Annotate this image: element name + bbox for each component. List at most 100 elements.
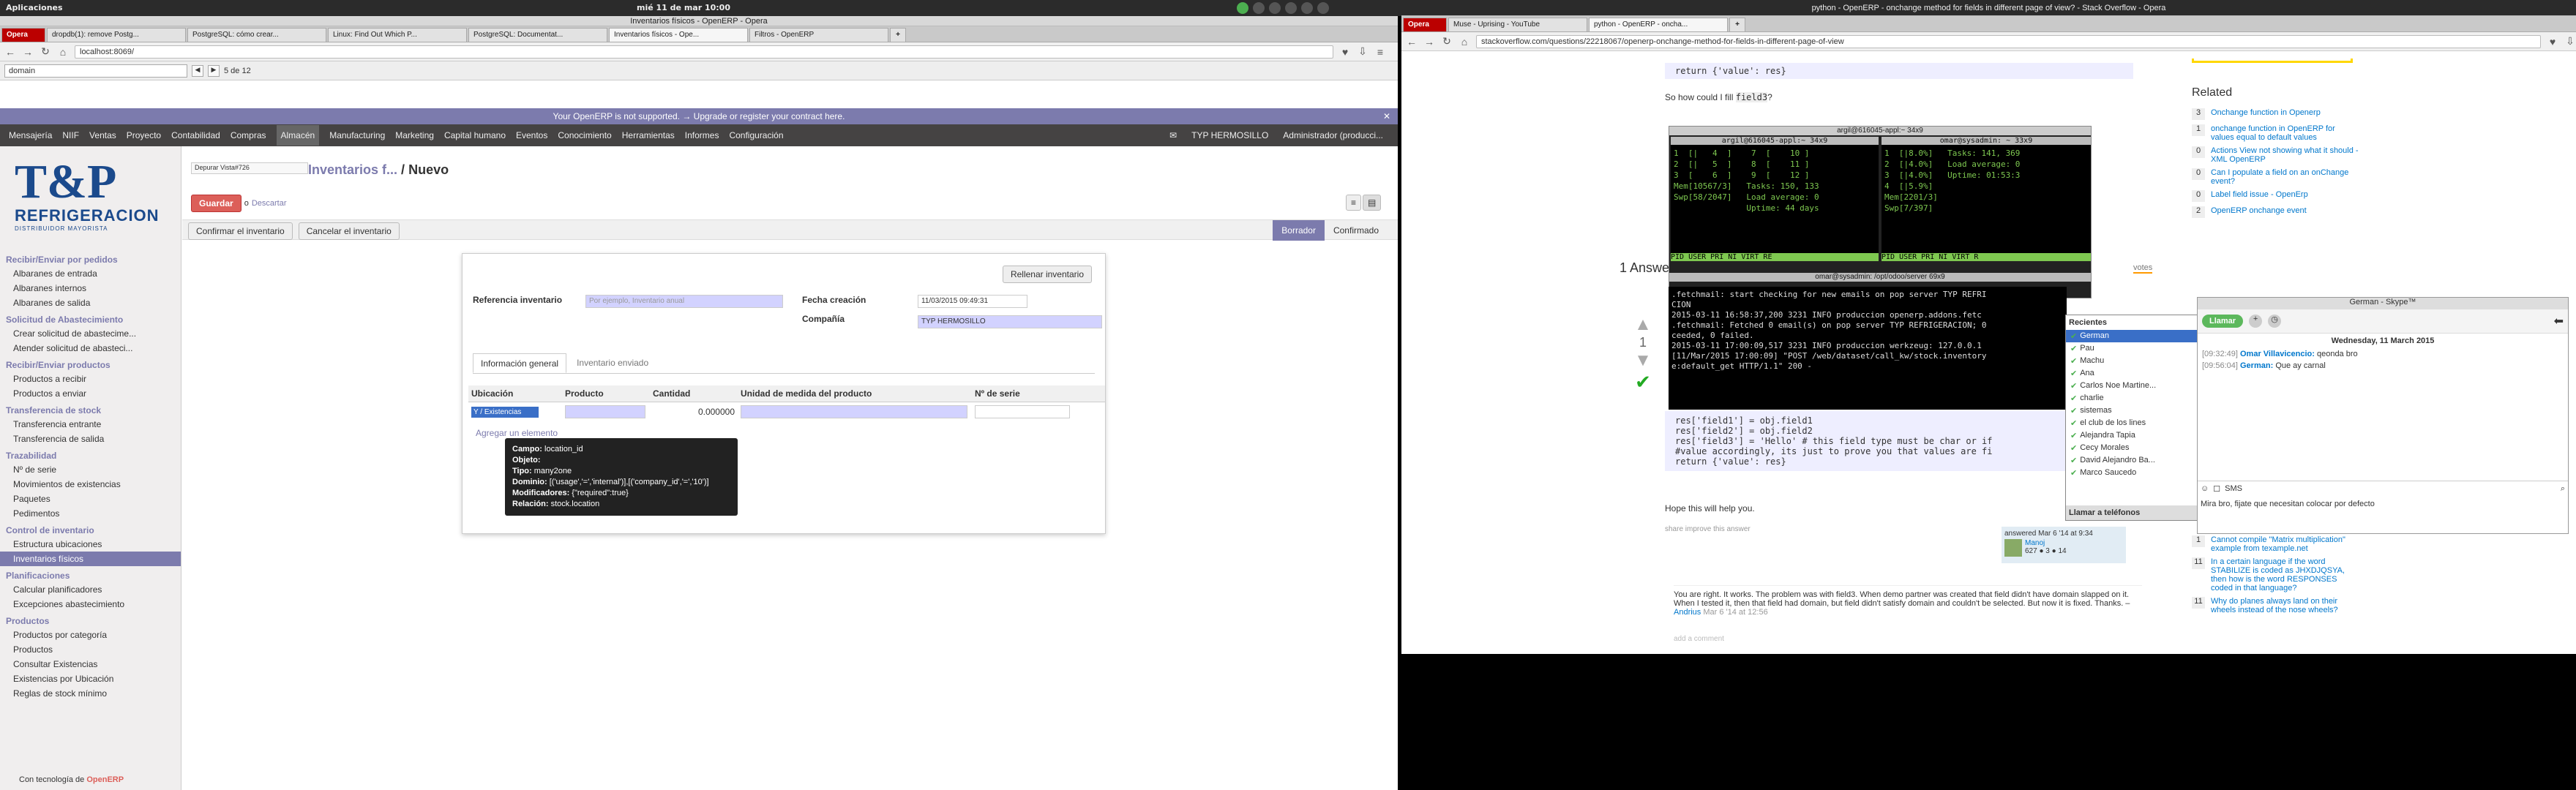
find-input[interactable]: domain bbox=[4, 64, 187, 78]
contact-item[interactable]: ✔ Ana bbox=[2066, 367, 2198, 380]
downvote-icon[interactable]: ▼ bbox=[1628, 350, 1658, 371]
messages-icon[interactable]: ✉ bbox=[1169, 130, 1177, 140]
related-item[interactable]: 11 In a certain language if the word STAB… bbox=[2192, 557, 2360, 592]
menu-item[interactable]: Informes bbox=[685, 130, 719, 140]
user-link[interactable]: Manoj bbox=[2025, 539, 2067, 547]
menu-icon[interactable]: ≡ bbox=[1374, 46, 1386, 58]
chat-input[interactable]: Mira bro, fijate que necesitan colocar p… bbox=[2201, 500, 2565, 508]
sidebar-item[interactable]: Productos bbox=[0, 642, 181, 657]
related-item[interactable]: 0 Label field issue - OpenErp bbox=[2192, 190, 2360, 202]
add-icon[interactable]: + bbox=[2249, 315, 2263, 328]
contact-item[interactable]: ✔ Alejandra Tapia bbox=[2066, 429, 2198, 442]
related-item[interactable]: 0 Actions View not showing what it should… bbox=[2192, 146, 2360, 164]
browser-tab[interactable]: dropdb(1): remove Postg... bbox=[47, 28, 186, 42]
company-switcher[interactable]: TYP HERMOSILLO bbox=[1191, 130, 1268, 140]
opera-menu-button[interactable]: Opera bbox=[1, 28, 45, 42]
discard-link[interactable]: Descartar bbox=[252, 199, 287, 208]
sidebar-item[interactable]: Productos a enviar bbox=[0, 386, 181, 401]
menu-item[interactable]: Herramientas bbox=[622, 130, 675, 140]
call-phones-button[interactable]: Llamar a teléfonos bbox=[2066, 505, 2198, 520]
menu-item[interactable]: Manufacturing bbox=[329, 130, 385, 140]
chat-icon[interactable] bbox=[1285, 2, 1297, 14]
serial-input[interactable] bbox=[975, 405, 1070, 418]
votes-sort-tab[interactable]: votes bbox=[2133, 263, 2153, 274]
sidebar-item[interactable]: Calcular planificadores bbox=[0, 582, 181, 597]
sidebar-item[interactable]: Productos a recibir bbox=[0, 372, 181, 386]
sidebar-item[interactable]: Reglas de stock mínimo bbox=[0, 686, 181, 701]
menu-item[interactable]: Proyecto bbox=[127, 130, 161, 140]
heart-icon[interactable]: ♥ bbox=[2547, 36, 2558, 48]
sidebar-item[interactable]: Transferencia de salida bbox=[0, 432, 181, 446]
location-input[interactable]: Y / Existencias bbox=[471, 407, 539, 418]
menu-item[interactable]: Ventas bbox=[89, 130, 116, 140]
clock[interactable]: mié 11 de mar 10:00 bbox=[637, 3, 730, 12]
sidebar-item[interactable]: Albaranes de salida bbox=[0, 296, 181, 310]
emoticon-icon[interactable]: ☺ bbox=[2201, 484, 2209, 494]
sidebar-item[interactable]: Atender solicitud de abasteci... bbox=[0, 341, 181, 356]
contact-item[interactable]: ✔ Pau bbox=[2066, 342, 2198, 355]
forward-icon[interactable]: → bbox=[1423, 36, 1435, 48]
tab-sent[interactable]: Inventario enviado bbox=[569, 353, 656, 373]
menu-item[interactable]: Conocimiento bbox=[558, 130, 611, 140]
product-input[interactable] bbox=[565, 405, 645, 418]
user-icon[interactable] bbox=[1301, 2, 1313, 14]
debug-view-select[interactable]: Depurar Vista#726 bbox=[191, 162, 308, 174]
warning-text[interactable]: Your OpenERP is not supported. → Upgrade… bbox=[553, 111, 845, 121]
share-links[interactable]: share improve this answer bbox=[1665, 525, 1751, 533]
related-item[interactable]: 0 Can I populate a field on an onChange e… bbox=[2192, 168, 2360, 186]
power-icon[interactable] bbox=[1317, 2, 1329, 14]
sidebar-item[interactable]: Paquetes bbox=[0, 492, 181, 506]
home-icon[interactable]: ⌂ bbox=[1459, 36, 1470, 48]
related-item[interactable]: 1 Cannot compile "Matrix multiplication" … bbox=[2192, 535, 2360, 553]
forward-icon[interactable]: → bbox=[22, 46, 34, 58]
date-input[interactable]: 11/03/2015 09:49:31 bbox=[918, 295, 1027, 308]
menu-item[interactable]: Marketing bbox=[395, 130, 434, 140]
download-icon[interactable]: ⇩ bbox=[1357, 45, 1368, 58]
opera-menu-button[interactable]: Opera bbox=[1403, 18, 1447, 31]
url-input[interactable]: stackoverflow.com/questions/22218067/ope… bbox=[1476, 34, 2541, 48]
upvote-icon[interactable]: ▲ bbox=[1628, 315, 1658, 335]
sidebar-item[interactable]: Transferencia entrante bbox=[0, 417, 181, 432]
skype-tray-icon[interactable] bbox=[1237, 2, 1248, 14]
add-item-link[interactable]: Agregar un elemento bbox=[476, 428, 558, 438]
back-icon[interactable]: ← bbox=[1406, 36, 1418, 48]
sidebar-item[interactable]: Excepciones abastecimiento bbox=[0, 597, 181, 612]
volume-icon[interactable] bbox=[1269, 2, 1281, 14]
save-button[interactable]: Guardar bbox=[191, 195, 242, 212]
reload-icon[interactable]: ↻ bbox=[40, 45, 51, 58]
menu-item[interactable]: NIIF bbox=[62, 130, 79, 140]
terminal-pane-1[interactable]: argil@616045-appl:~ 34x9 1 [| 4 ] 7 [ 10… bbox=[1671, 137, 1879, 261]
contact-item[interactable]: ✔ Marco Saucedo bbox=[2066, 467, 2198, 479]
browser-tab[interactable]: PostgreSQL: Documentat... bbox=[468, 28, 607, 42]
network-icon[interactable] bbox=[1253, 2, 1265, 14]
company-select[interactable]: TYP HERMOSILLO bbox=[918, 315, 1102, 328]
reference-input[interactable]: Por ejemplo, Inventario anual bbox=[585, 295, 783, 308]
menu-item[interactable]: Almacén bbox=[276, 125, 320, 146]
close-icon[interactable]: ✕ bbox=[1383, 108, 1390, 124]
browser-tab[interactable]: PostgreSQL: cómo crear... bbox=[187, 28, 326, 42]
openerp-link[interactable]: OpenERP bbox=[86, 775, 124, 784]
sidebar-item[interactable]: Albaranes internos bbox=[0, 281, 181, 296]
browser-tab[interactable]: Filtros - OpenERP bbox=[749, 28, 888, 42]
browser-tab[interactable]: Linux: Find Out Which P... bbox=[328, 28, 467, 42]
back-arrow-icon[interactable]: ⬅ bbox=[2554, 314, 2564, 328]
sidebar-item[interactable]: Productos por categoría bbox=[0, 628, 181, 642]
new-tab-button[interactable]: + bbox=[890, 28, 906, 42]
browser-tab[interactable]: python - OpenERP - oncha... bbox=[1589, 18, 1728, 31]
search-icon[interactable]: ⌕ bbox=[2561, 484, 2565, 494]
applications-menu[interactable]: Aplicaciones bbox=[6, 3, 63, 12]
contact-item[interactable]: ✔ sistemas bbox=[2066, 405, 2198, 417]
new-tab-button[interactable]: + bbox=[1729, 18, 1745, 31]
browser-tab[interactable]: Inventarios físicos - Ope... bbox=[609, 28, 748, 42]
contact-item[interactable]: ✔ Cecy Morales bbox=[2066, 442, 2198, 454]
comment-user-link[interactable]: Andrius bbox=[1674, 608, 1701, 617]
list-view-icon[interactable]: ≡ bbox=[1346, 195, 1362, 211]
cancel-inventory-button[interactable]: Cancelar el inventario bbox=[298, 222, 400, 240]
sidebar-item[interactable]: Existencias por Ubicación bbox=[0, 672, 181, 686]
avatar[interactable] bbox=[2004, 539, 2022, 557]
sidebar-item[interactable]: Movimientos de existencias bbox=[0, 477, 181, 492]
sidebar-item[interactable]: Pedimentos bbox=[0, 506, 181, 521]
contact-item[interactable]: ✔ el club de los lines bbox=[2066, 417, 2198, 429]
menu-item[interactable]: Configuración bbox=[729, 130, 783, 140]
url-input[interactable]: localhost:8069/ bbox=[75, 45, 1333, 59]
